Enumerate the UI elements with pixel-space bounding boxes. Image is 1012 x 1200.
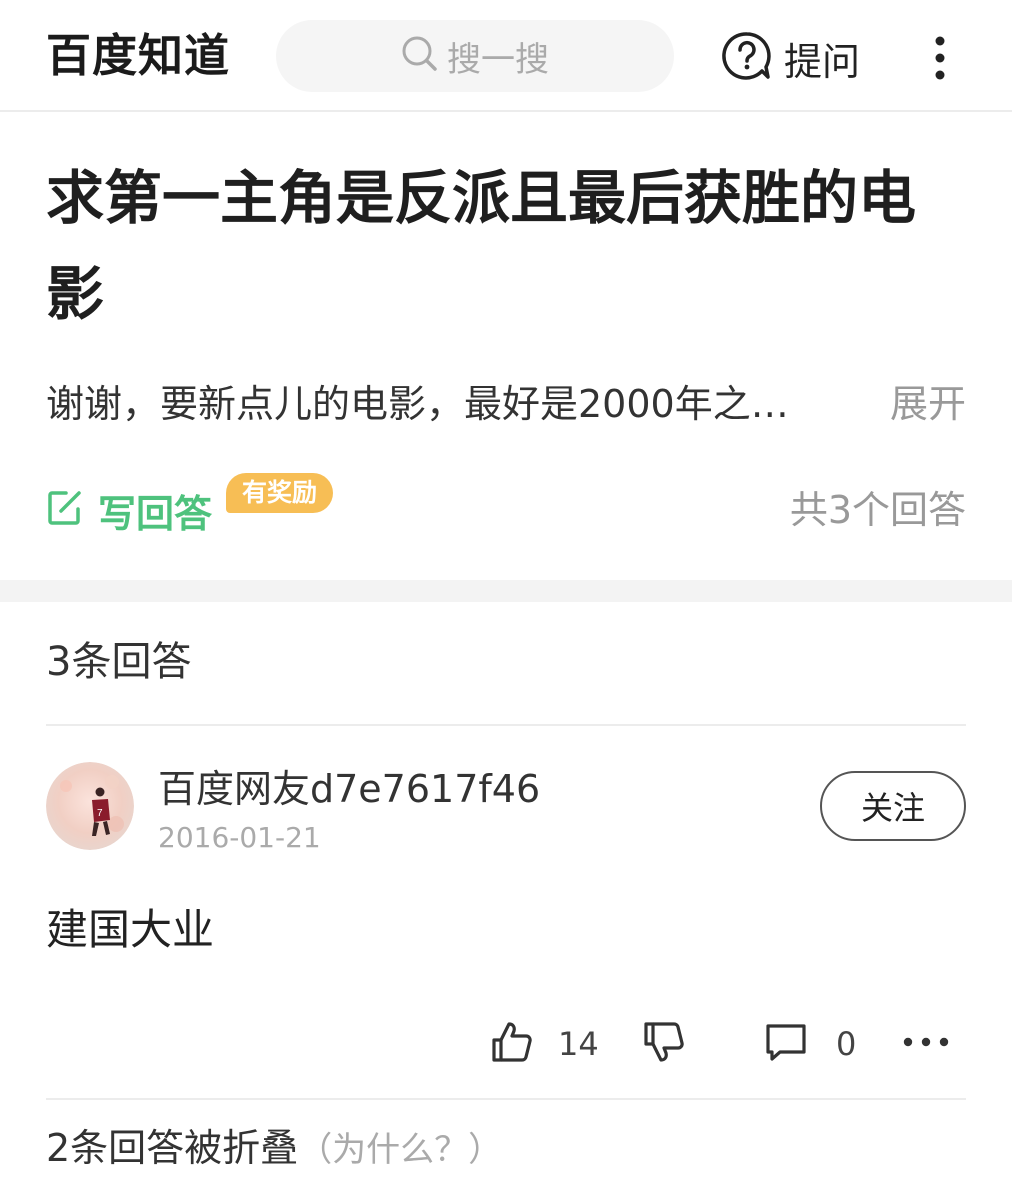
app-logo[interactable]: 百度知道: [46, 26, 230, 86]
search-icon: [401, 35, 447, 77]
ask-button[interactable]: 提问: [722, 28, 860, 88]
section-divider: [0, 580, 1012, 602]
answer-count[interactable]: 共3个回答: [790, 480, 966, 540]
svg-text:7: 7: [97, 808, 103, 819]
question-title: 求第一主角是反派且最后获胜的电影: [46, 164, 917, 328]
folded-answers-link[interactable]: 2条回答被折叠（为什么？）: [46, 1120, 502, 1178]
follow-button[interactable]: 关注: [820, 771, 966, 841]
top-bar: 百度知道 搜一搜 提问: [0, 0, 1012, 112]
more-horizontal-icon: [902, 1032, 950, 1056]
write-answer-button[interactable]: 写回答: [46, 480, 212, 540]
comment-icon: [764, 1020, 808, 1068]
folded-answers-label: 2条回答被折叠: [46, 1126, 299, 1170]
divider-line: [46, 724, 966, 726]
thumbs-down-icon: [642, 1020, 686, 1068]
like-button[interactable]: 14: [490, 1016, 599, 1072]
answer-user-name[interactable]: 百度网友d7e7617f46: [158, 762, 540, 816]
answers-section-title: 3条回答: [46, 639, 192, 685]
question-description: 谢谢，要新点儿的电影，最好是2000年之…: [46, 382, 789, 426]
dislike-button[interactable]: [642, 1016, 686, 1072]
more-actions-button[interactable]: [902, 1016, 950, 1072]
comment-button[interactable]: 0: [764, 1016, 856, 1072]
answer-content: 建国大业: [46, 905, 215, 954]
expand-link[interactable]: 展开: [890, 377, 966, 431]
like-count: 14: [558, 1025, 599, 1063]
thumbs-up-icon: [490, 1020, 534, 1068]
edit-icon: [46, 489, 84, 531]
comment-count: 0: [836, 1025, 857, 1063]
search-placeholder: 搜一搜: [447, 39, 549, 80]
answer-date: 2016-01-21: [158, 821, 321, 854]
search-bar[interactable]: 搜一搜: [276, 20, 674, 92]
reward-badge: 有奖励: [226, 473, 334, 513]
avatar[interactable]: 7: [46, 762, 134, 850]
question-bubble-icon: [722, 31, 772, 85]
more-vertical-icon[interactable]: [930, 36, 950, 84]
write-answer-label: 写回答: [98, 491, 213, 536]
divider-line: [46, 1098, 966, 1100]
folded-why-link[interactable]: （为什么？）: [298, 1130, 502, 1170]
ask-label: 提问: [784, 39, 861, 84]
